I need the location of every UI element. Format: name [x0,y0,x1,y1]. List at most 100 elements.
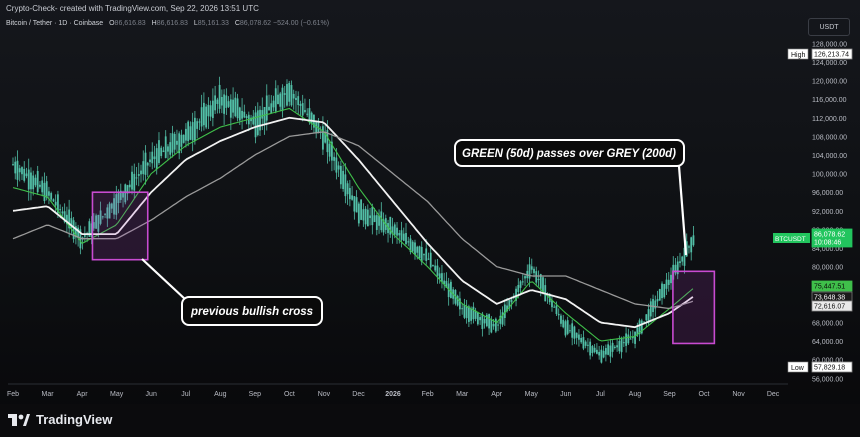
price-chart[interactable]: 56,000.0060,000.0064,000.0068,000.0072,0… [0,0,860,437]
candle-body [434,265,437,271]
candle-body [436,265,439,276]
candle-body [30,172,32,190]
candle-body [198,121,201,123]
candle-body [555,305,558,314]
candle-body [625,333,627,346]
candle-body [524,276,526,279]
candle-body [214,95,217,111]
candle-body [265,95,268,121]
candle-body [609,345,612,357]
candle-body [562,319,565,328]
candle-body [236,98,239,119]
left-callout-pointer [141,258,187,301]
time-axis: Feb Mar Apr May Jun Jul Aug Sep Oct Nov Dec 2026 Feb… [7,383,788,398]
low-price-tag-text: 57,829.18 [814,365,845,372]
candle-body [616,345,619,348]
x-tick-label: Jul [181,391,190,398]
candle-body [339,166,342,185]
candle-body [553,306,556,308]
tradingview-logo-icon [8,413,30,426]
candle-body [418,246,421,259]
y-tick-label: 128,000.00 [812,41,847,48]
x-tick-label: Dec [767,391,780,398]
chart-window: { "header": { "credit": "Crypto-Check- c… [0,0,860,437]
candle-body [45,181,48,198]
candle-body [492,323,495,327]
candle-body [61,211,64,214]
candle-body [355,197,358,213]
candle-body [476,312,479,325]
x-tick-label: Jun [146,391,157,398]
candle-body [194,117,196,141]
candle-body [346,183,349,195]
candle-body [227,101,230,107]
candle-body [133,173,136,191]
candle-body [36,171,39,193]
candle-body [274,88,277,112]
high-price-tag: 126,213.74 [811,48,853,60]
tradingview-logo: TradingView [8,412,112,427]
candle-body [405,233,407,245]
x-tick-label: Dec [352,391,365,398]
candle-body [393,224,396,235]
candle-body [209,105,212,117]
candle-body [533,268,535,274]
candle-body [196,121,199,129]
candle-body [149,159,151,163]
candle-body [497,324,499,326]
candle-body [205,106,208,128]
ma200-price-tag-text: 72,616.07 [814,304,845,311]
candle-body [283,93,286,95]
candle-body [297,96,300,106]
candle-body [575,332,578,338]
candle-body [21,167,23,175]
candle-body [665,279,668,289]
ma200-price-tag: 72,616.07 [811,300,853,312]
current-symbol: BTCUSDT [775,236,806,243]
candle-body [241,110,243,119]
candle-body [661,283,663,299]
candle-body [301,103,304,116]
x-tick-label: Aug [214,391,227,398]
candle-body [146,162,149,166]
candle-body [160,147,163,156]
candle-body [254,112,257,138]
right-callout-text: GREEN (50d) passes over GREY (200d) [462,148,676,160]
candle-body [281,87,284,111]
candle-body [521,281,524,283]
candle-body [171,133,174,153]
candle-body [218,84,221,109]
candle-body [290,85,293,106]
x-tick-label: Jul [596,391,605,398]
candle-body [202,102,205,126]
candle-body [23,168,26,181]
candle-body [256,110,259,136]
x-tick-label: Apr [77,391,89,398]
candle-body [438,273,441,279]
candle-body [396,227,398,236]
candle-body [292,93,295,99]
candle-body [490,319,493,333]
x-tick-label: Sep [249,391,262,398]
candle-body [286,84,288,106]
candle-body [245,116,248,118]
candle-body [344,174,347,197]
candle-body [652,299,654,313]
x-tick-label: Mar [42,391,55,398]
candle-body [411,241,414,252]
candle-body [427,258,430,260]
candle-body [584,341,587,346]
candle-body [510,299,513,303]
candle-body [144,152,147,175]
candle-body [295,97,297,100]
candle-body [328,143,331,157]
x-tick-label: Nov [732,391,745,398]
candle-body [211,100,214,119]
candle-body [243,111,246,118]
candle-body [441,273,443,282]
candle-body [658,289,661,301]
current-price-tag-text: 10:08:46 [814,240,841,247]
candle-body [578,334,580,340]
y-tick-label: 124,000.00 [812,60,847,67]
candle-body [604,348,607,355]
